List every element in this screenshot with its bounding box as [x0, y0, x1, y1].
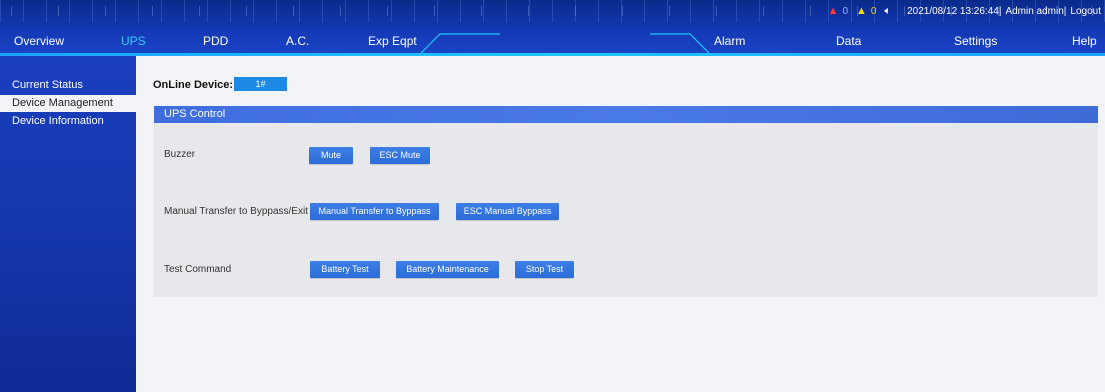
esc-manual-bypass-button[interactable]: ESC Manual Byppass — [456, 203, 559, 220]
manual-transfer-label: Manual Transfer to Byppass/Exit — [164, 206, 308, 217]
nav-overview[interactable]: Overview — [14, 30, 64, 52]
nav-data[interactable]: Data — [836, 30, 861, 52]
datetime: 2021/08/12 13:26:44| — [907, 5, 1002, 17]
nav-help[interactable]: Help — [1072, 30, 1097, 52]
critical-alarm-icon[interactable]: ▲ — [828, 5, 839, 17]
nav-ups[interactable]: UPS — [121, 30, 146, 52]
battery-maintenance-button[interactable]: Battery Maintenance — [396, 261, 499, 278]
speaker-icon[interactable]: 🔈︎ — [884, 5, 891, 18]
nav-settings[interactable]: Settings — [954, 30, 997, 52]
logout-link[interactable]: Logout — [1070, 6, 1101, 17]
main-nav: Overview UPS PDD A.C. Exp Eqpt Alarm Dat… — [0, 30, 1105, 52]
stop-test-button[interactable]: Stop Test — [515, 261, 574, 278]
sidebar-item-device-management[interactable]: Device Management — [0, 95, 136, 112]
esc-mute-button[interactable]: ESC Mute — [370, 147, 430, 164]
nav-ac[interactable]: A.C. — [286, 30, 309, 52]
test-command-label: Test Command — [164, 264, 232, 275]
panel-title: UPS Control — [154, 106, 1098, 123]
nav-exp-eqpt[interactable]: Exp Eqpt — [368, 30, 417, 52]
sidebar-item-device-information[interactable]: Device Information — [0, 113, 136, 130]
nav-alarm[interactable]: Alarm — [714, 30, 745, 52]
warning-alarm-count[interactable]: 0 — [871, 6, 877, 17]
nav-underline — [0, 53, 1105, 56]
warning-alarm-icon[interactable]: ▲ — [856, 5, 867, 17]
online-device-select[interactable]: 1# — [234, 77, 287, 91]
ups-control-panel: UPS Control Buzzer Mute ESC Mute Manual … — [154, 106, 1098, 297]
online-device-label: OnLine Device: — [153, 79, 234, 91]
critical-alarm-count[interactable]: 0 — [842, 6, 848, 17]
sidebar: Current Status Device Management Device … — [0, 56, 136, 392]
manual-transfer-to-bypass-button[interactable]: Manual Transfer to Byppass — [310, 203, 439, 220]
user-name: Admin admin| — [1005, 5, 1067, 17]
battery-test-button[interactable]: Battery Test — [310, 261, 380, 278]
mute-button[interactable]: Mute — [309, 147, 353, 164]
sidebar-item-current-status[interactable]: Current Status — [0, 77, 136, 94]
top-bar: ▲ 0 ▲ 0 🔈︎ 2021/08/12 13:26:44| Admin ad… — [0, 0, 1105, 56]
nav-pdd[interactable]: PDD — [203, 30, 228, 52]
status-area: ▲ 0 ▲ 0 🔈︎ 2021/08/12 13:26:44| Admin ad… — [828, 0, 1105, 22]
buzzer-label: Buzzer — [164, 149, 196, 160]
